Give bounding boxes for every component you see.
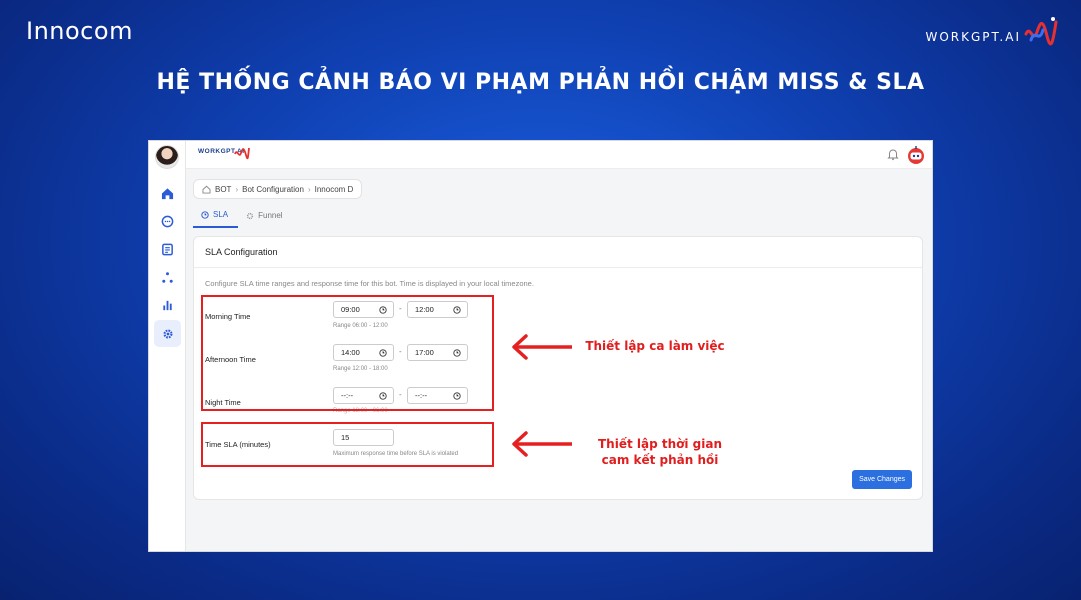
sidebar-item-network[interactable] [157, 267, 177, 287]
chat-icon [161, 215, 173, 227]
gear-icon [163, 329, 172, 338]
sidebar-item-home[interactable] [157, 183, 177, 203]
tab-sla[interactable]: SLA [193, 205, 239, 228]
tab-funnel[interactable]: Funnel [238, 205, 292, 228]
clock-icon [201, 210, 209, 219]
sidebar-item-documents[interactable] [157, 239, 177, 259]
workgpt-logo-icon [1024, 17, 1058, 46]
user-avatar[interactable] [155, 145, 179, 169]
sla-annotation-line: Thiết lập thời gian [597, 437, 723, 451]
workgpt-logo-text: WORKGPT.AI [925, 30, 1021, 44]
sidebar [149, 141, 186, 551]
breadcrumb-item[interactable]: BOT [215, 185, 231, 194]
sidebar-item-settings[interactable] [154, 320, 181, 347]
app-logo-icon [234, 147, 250, 160]
tab-bar: SLA Funnel [193, 205, 293, 228]
tab-label: SLA [213, 210, 229, 219]
document-icon [161, 243, 173, 255]
sla-annotation: Thiết lập thời gian cam kết phản hồi [590, 436, 730, 468]
sla-annotation-line: cam kết phản hồi [601, 453, 719, 467]
innocom-logo: Innocom [26, 17, 133, 45]
breadcrumb-item: Innocom D [314, 184, 354, 194]
arrow-left-icon [512, 431, 572, 457]
page-headline: HỆ THỐNG CẢNH BÁO VI PHẠM PHẢN HỒI CHẬM … [156, 70, 925, 95]
sla-highlight-box [201, 422, 494, 467]
chevron-right-icon: › [235, 184, 239, 194]
sidebar-item-reports[interactable] [157, 295, 177, 315]
chevron-right-icon: › [307, 184, 311, 194]
arrow-left-icon [512, 334, 572, 360]
save-changes-button[interactable]: Save Changes [852, 470, 912, 489]
home-icon[interactable] [202, 185, 211, 194]
gear-icon [247, 212, 254, 219]
shift-highlight-box [201, 295, 494, 411]
bell-icon[interactable] [886, 147, 900, 161]
breadcrumb: BOT › Bot Configuration › Innocom D [193, 179, 363, 199]
sidebar-item-chat[interactable] [157, 211, 177, 231]
top-bar: WORKGPT.AI [186, 141, 932, 169]
bot-avatar-icon[interactable] [906, 145, 926, 165]
shift-annotation: Thiết lập ca làm việc [585, 339, 725, 353]
card-description: Configure SLA time ranges and response t… [205, 279, 534, 288]
card-title: SLA Configuration [194, 237, 922, 268]
home-icon [161, 187, 173, 199]
tab-label: Funnel [258, 211, 283, 220]
breadcrumb-item[interactable]: Bot Configuration [242, 185, 304, 194]
workgpt-logo: WORKGPT.AI [925, 14, 1059, 48]
bar-chart-icon [162, 300, 172, 310]
network-icon [161, 271, 173, 283]
